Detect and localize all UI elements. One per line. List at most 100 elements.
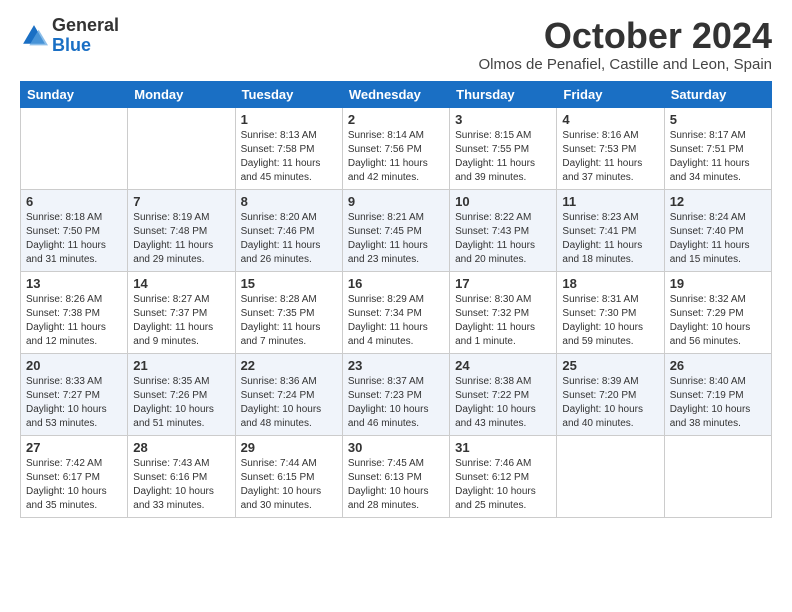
calendar-cell: 25 Sunrise: 8:39 AM Sunset: 7:20 PM Dayli…: [557, 353, 664, 435]
calendar-cell: 4 Sunrise: 8:16 AM Sunset: 7:53 PM Daylig…: [557, 107, 664, 189]
calendar-cell: [557, 435, 664, 517]
day-number: 1: [241, 112, 337, 127]
day-info: Sunrise: 8:21 AM Sunset: 7:45 PM Dayligh…: [348, 211, 444, 267]
day-number: 21: [133, 358, 229, 373]
day-number: 13: [26, 276, 122, 291]
day-number: 14: [133, 276, 229, 291]
calendar-cell: 9Sunrise: 8:21 AM Sunset: 7:45 PM Daylig…: [342, 189, 449, 271]
day-info: Sunrise: 8:20 AM Sunset: 7:46 PM Dayligh…: [241, 211, 337, 267]
calendar-cell: [664, 435, 771, 517]
calendar-cell: 23Sunrise: 8:37 AM Sunset: 7:23 PM Dayli…: [342, 353, 449, 435]
logo-text: General Blue: [52, 16, 119, 56]
weekday-header-thursday: Thursday: [450, 81, 557, 107]
calendar-cell: 31Sunrise: 7:46 AM Sunset: 6:12 PM Dayli…: [450, 435, 557, 517]
day-number: 18: [562, 276, 658, 291]
calendar-cell: 12 Sunrise: 8:24 AM Sunset: 7:40 PM Dayli…: [664, 189, 771, 271]
calendar-week-row: 13 Sunrise: 8:26 AM Sunset: 7:38 PM Dayli…: [21, 271, 772, 353]
day-info: Sunrise: 8:39 AM Sunset: 7:20 PM Dayligh…: [562, 375, 658, 431]
calendar-cell: 29 Sunrise: 7:44 AM Sunset: 6:15 PM Dayli…: [235, 435, 342, 517]
day-number: 8: [241, 194, 337, 209]
day-info: Sunrise: 7:43 AM Sunset: 6:16 PM Dayligh…: [133, 457, 229, 513]
calendar-cell: 14 Sunrise: 8:27 AM Sunset: 7:37 PM Dayli…: [128, 271, 235, 353]
calendar-cell: 27 Sunrise: 7:42 AM Sunset: 6:17 PM Dayli…: [21, 435, 128, 517]
calendar-cell: 1 Sunrise: 8:13 AM Sunset: 7:58 PM Daylig…: [235, 107, 342, 189]
day-number: 12: [670, 194, 766, 209]
weekday-header-row: SundayMondayTuesdayWednesdayThursdayFrid…: [21, 81, 772, 107]
day-info: Sunrise: 8:16 AM Sunset: 7:53 PM Dayligh…: [562, 129, 658, 185]
calendar-cell: 18 Sunrise: 8:31 AM Sunset: 7:30 PM Dayli…: [557, 271, 664, 353]
day-info: Sunrise: 7:46 AM Sunset: 6:12 PM Dayligh…: [455, 457, 551, 513]
calendar-cell: 10 Sunrise: 8:22 AM Sunset: 7:43 PM Dayli…: [450, 189, 557, 271]
day-info: Sunrise: 8:15 AM Sunset: 7:55 PM Dayligh…: [455, 129, 551, 185]
calendar-week-row: 6 Sunrise: 8:18 AM Sunset: 7:50 PM Daylig…: [21, 189, 772, 271]
day-number: 27: [26, 440, 122, 455]
calendar-week-row: 1 Sunrise: 8:13 AM Sunset: 7:58 PM Daylig…: [21, 107, 772, 189]
day-number: 10: [455, 194, 551, 209]
calendar-cell: 19Sunrise: 8:32 AM Sunset: 7:29 PM Dayli…: [664, 271, 771, 353]
day-number: 28: [133, 440, 229, 455]
page: General Blue October 2024 Olmos de Penaf…: [0, 0, 792, 612]
calendar-cell: 28 Sunrise: 7:43 AM Sunset: 6:16 PM Dayli…: [128, 435, 235, 517]
calendar-cell: 5 Sunrise: 8:17 AM Sunset: 7:51 PM Daylig…: [664, 107, 771, 189]
weekday-header-saturday: Saturday: [664, 81, 771, 107]
calendar-cell: 21 Sunrise: 8:35 AM Sunset: 7:26 PM Dayli…: [128, 353, 235, 435]
day-info: Sunrise: 8:38 AM Sunset: 7:22 PM Dayligh…: [455, 375, 551, 431]
day-info: Sunrise: 8:40 AM Sunset: 7:19 PM Dayligh…: [670, 375, 766, 431]
calendar-table: SundayMondayTuesdayWednesdayThursdayFrid…: [20, 81, 772, 518]
calendar-cell: 8 Sunrise: 8:20 AM Sunset: 7:46 PM Daylig…: [235, 189, 342, 271]
day-info: Sunrise: 8:36 AM Sunset: 7:24 PM Dayligh…: [241, 375, 337, 431]
day-info: Sunrise: 8:24 AM Sunset: 7:40 PM Dayligh…: [670, 211, 766, 267]
day-number: 19: [670, 276, 766, 291]
weekday-header-sunday: Sunday: [21, 81, 128, 107]
day-info: Sunrise: 8:19 AM Sunset: 7:48 PM Dayligh…: [133, 211, 229, 267]
calendar-cell: 26Sunrise: 8:40 AM Sunset: 7:19 PM Dayli…: [664, 353, 771, 435]
day-info: Sunrise: 7:42 AM Sunset: 6:17 PM Dayligh…: [26, 457, 122, 513]
day-info: Sunrise: 8:22 AM Sunset: 7:43 PM Dayligh…: [455, 211, 551, 267]
day-info: Sunrise: 8:26 AM Sunset: 7:38 PM Dayligh…: [26, 293, 122, 349]
calendar-cell: 3 Sunrise: 8:15 AM Sunset: 7:55 PM Daylig…: [450, 107, 557, 189]
calendar-cell: [21, 107, 128, 189]
calendar-week-row: 27 Sunrise: 7:42 AM Sunset: 6:17 PM Dayli…: [21, 435, 772, 517]
logo-icon: [20, 22, 48, 50]
calendar-cell: 20Sunrise: 8:33 AM Sunset: 7:27 PM Dayli…: [21, 353, 128, 435]
calendar-cell: 15Sunrise: 8:28 AM Sunset: 7:35 PM Dayli…: [235, 271, 342, 353]
day-info: Sunrise: 8:35 AM Sunset: 7:26 PM Dayligh…: [133, 375, 229, 431]
header: General Blue October 2024 Olmos de Penaf…: [20, 16, 772, 73]
day-number: 16: [348, 276, 444, 291]
weekday-header-monday: Monday: [128, 81, 235, 107]
day-number: 5: [670, 112, 766, 127]
day-info: Sunrise: 8:29 AM Sunset: 7:34 PM Dayligh…: [348, 293, 444, 349]
day-number: 25: [562, 358, 658, 373]
day-number: 4: [562, 112, 658, 127]
day-info: Sunrise: 8:18 AM Sunset: 7:50 PM Dayligh…: [26, 211, 122, 267]
calendar-cell: 22 Sunrise: 8:36 AM Sunset: 7:24 PM Dayli…: [235, 353, 342, 435]
weekday-header-wednesday: Wednesday: [342, 81, 449, 107]
day-info: Sunrise: 8:28 AM Sunset: 7:35 PM Dayligh…: [241, 293, 337, 349]
day-info: Sunrise: 7:45 AM Sunset: 6:13 PM Dayligh…: [348, 457, 444, 513]
calendar-cell: 24 Sunrise: 8:38 AM Sunset: 7:22 PM Dayli…: [450, 353, 557, 435]
day-info: Sunrise: 8:27 AM Sunset: 7:37 PM Dayligh…: [133, 293, 229, 349]
logo: General Blue: [20, 16, 119, 56]
day-info: Sunrise: 8:17 AM Sunset: 7:51 PM Dayligh…: [670, 129, 766, 185]
calendar-cell: 7Sunrise: 8:19 AM Sunset: 7:48 PM Daylig…: [128, 189, 235, 271]
day-info: Sunrise: 7:44 AM Sunset: 6:15 PM Dayligh…: [241, 457, 337, 513]
day-number: 24: [455, 358, 551, 373]
weekday-header-friday: Friday: [557, 81, 664, 107]
calendar-cell: 17Sunrise: 8:30 AM Sunset: 7:32 PM Dayli…: [450, 271, 557, 353]
title-block: October 2024 Olmos de Penafiel, Castille…: [478, 16, 772, 73]
day-info: Sunrise: 8:31 AM Sunset: 7:30 PM Dayligh…: [562, 293, 658, 349]
calendar-cell: [128, 107, 235, 189]
day-number: 20: [26, 358, 122, 373]
day-info: Sunrise: 8:13 AM Sunset: 7:58 PM Dayligh…: [241, 129, 337, 185]
day-number: 23: [348, 358, 444, 373]
calendar-cell: 16 Sunrise: 8:29 AM Sunset: 7:34 PM Dayli…: [342, 271, 449, 353]
day-number: 2: [348, 112, 444, 127]
weekday-header-tuesday: Tuesday: [235, 81, 342, 107]
day-number: 29: [241, 440, 337, 455]
day-number: 22: [241, 358, 337, 373]
day-number: 6: [26, 194, 122, 209]
day-info: Sunrise: 8:23 AM Sunset: 7:41 PM Dayligh…: [562, 211, 658, 267]
day-number: 3: [455, 112, 551, 127]
day-number: 17: [455, 276, 551, 291]
day-number: 30: [348, 440, 444, 455]
